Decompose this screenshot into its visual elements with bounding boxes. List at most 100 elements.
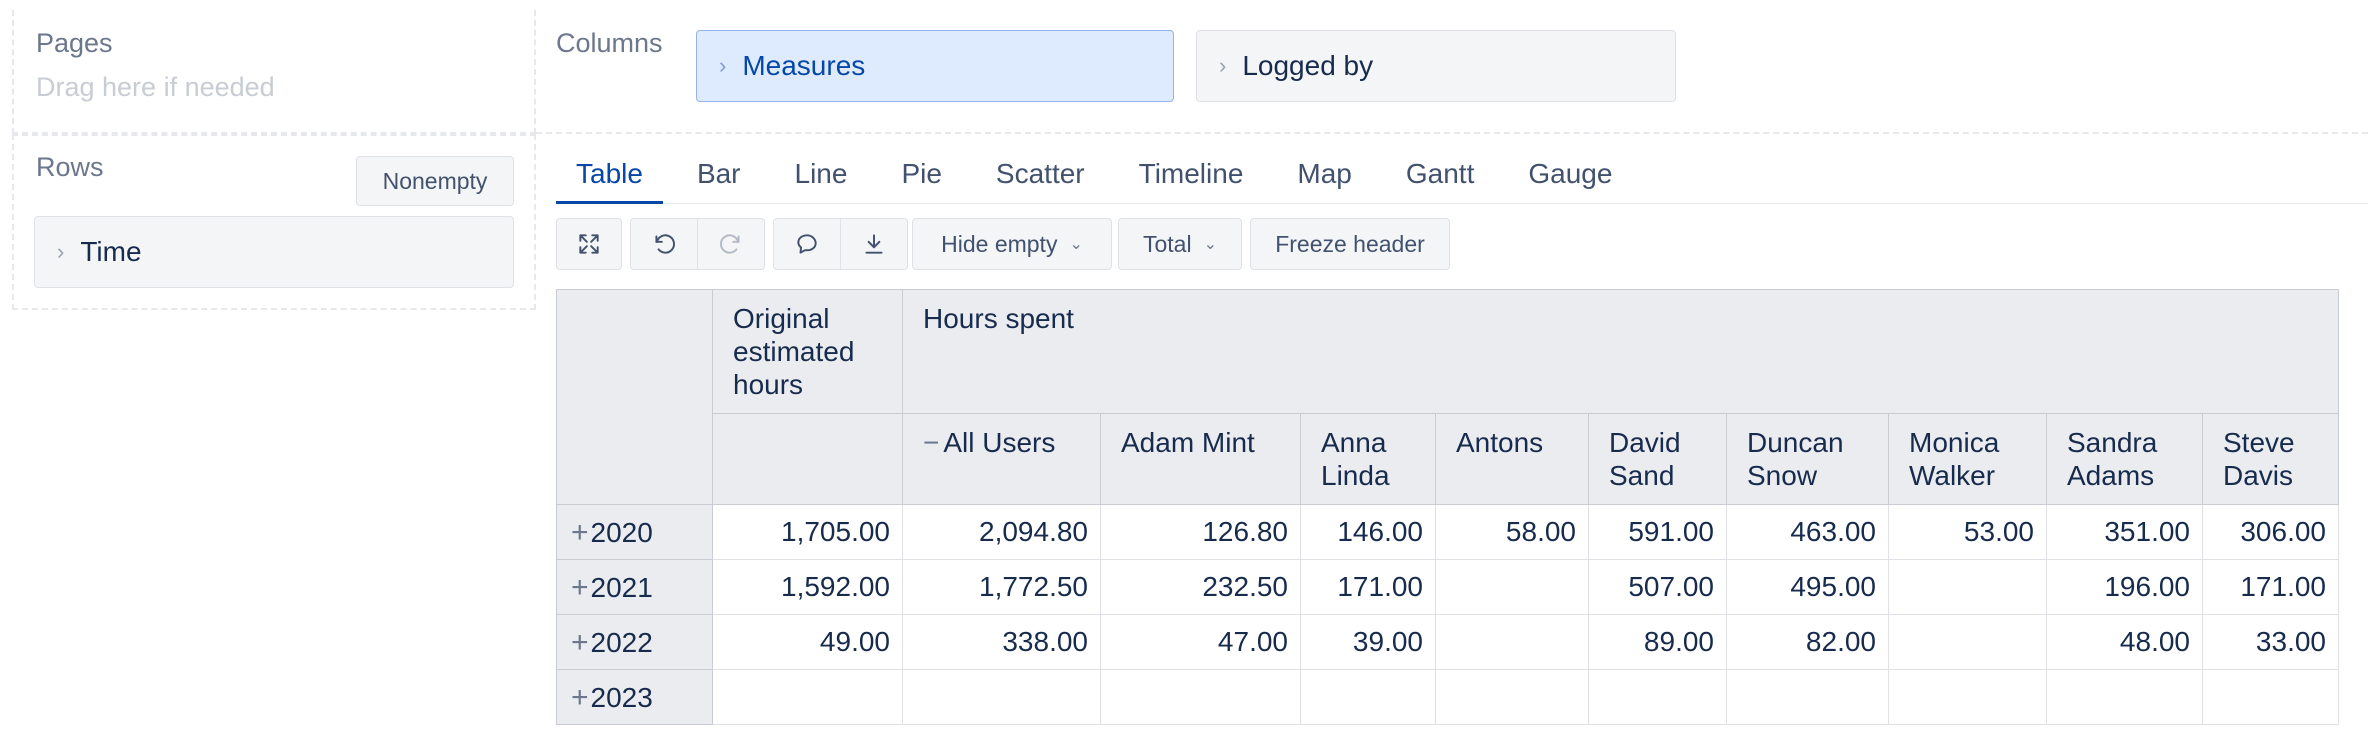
table-cell[interactable]: 82.00 [1726, 614, 1889, 670]
tab-table[interactable]: Table [556, 150, 663, 204]
expand-plus-icon[interactable]: + [571, 681, 589, 714]
user-header[interactable]: Steve Davis [2202, 413, 2339, 505]
tab-timeline[interactable]: Timeline [1119, 150, 1264, 204]
table-cell[interactable]: 591.00 [1588, 504, 1727, 560]
nonempty-button[interactable]: Nonempty [356, 156, 514, 206]
table-cell[interactable] [1588, 669, 1727, 725]
user-header[interactable]: Anna Linda [1300, 413, 1436, 505]
table-cell[interactable]: 146.00 [1300, 504, 1436, 560]
comment-icon [797, 234, 817, 254]
table-cell[interactable] [1888, 559, 2047, 615]
table-cell[interactable]: 232.50 [1100, 559, 1301, 615]
table-cell[interactable]: 49.00 [712, 614, 903, 670]
table-cell[interactable] [1435, 614, 1589, 670]
logged-by-chip-label: Logged by [1242, 50, 1374, 81]
chevron-right-icon[interactable]: › [719, 53, 726, 79]
table-cell[interactable]: 495.00 [1726, 559, 1889, 615]
table-cell[interactable]: 58.00 [1435, 504, 1589, 560]
table-cell[interactable] [1435, 669, 1589, 725]
user-header[interactable]: Sandra Adams [2046, 413, 2203, 505]
table-cell[interactable]: 171.00 [1300, 559, 1436, 615]
table-cell[interactable]: 463.00 [1726, 504, 1889, 560]
table-cell[interactable] [2046, 669, 2203, 725]
logged-by-chip[interactable]: › Logged by [1196, 30, 1676, 102]
table-cell[interactable]: 89.00 [1588, 614, 1727, 670]
row-header[interactable]: +2021 [556, 559, 713, 615]
table-cell[interactable]: 53.00 [1888, 504, 2047, 560]
hide-empty-dropdown[interactable]: Hide empty ⌄ [912, 218, 1112, 270]
tab-gantt[interactable]: Gantt [1386, 150, 1494, 204]
table-cell[interactable]: 1,705.00 [712, 504, 903, 560]
table-cell[interactable] [902, 669, 1101, 725]
expand-plus-icon[interactable]: + [571, 626, 589, 659]
row-label: 2020 [590, 516, 653, 548]
tab-pie[interactable]: Pie [881, 150, 961, 204]
table-cell[interactable] [1726, 669, 1889, 725]
row-header[interactable]: +2020 [556, 504, 713, 560]
table-cell[interactable] [712, 669, 903, 725]
undo-icon [655, 234, 675, 254]
tab-scatter[interactable]: Scatter [976, 150, 1105, 204]
tab-line[interactable]: Line [775, 150, 868, 204]
table-cell[interactable] [1888, 669, 2047, 725]
pages-title: Pages [36, 28, 113, 58]
table-cell[interactable] [1435, 559, 1589, 615]
table-cell[interactable]: 338.00 [902, 614, 1101, 670]
table-cell[interactable]: 351.00 [2046, 504, 2203, 560]
time-dimension-chip[interactable]: › Time [34, 216, 514, 288]
total-dropdown[interactable]: Total ⌄ [1118, 218, 1242, 270]
collapse-icon[interactable]: − [923, 427, 939, 458]
table-row: +2022 49.00 338.00 47.00 39.00 89.00 82.… [556, 614, 2339, 670]
expand-plus-icon[interactable]: + [571, 571, 589, 604]
table-cell[interactable]: 171.00 [2202, 559, 2339, 615]
row-label: 2021 [590, 571, 653, 603]
fullscreen-button[interactable] [556, 218, 622, 270]
tab-gauge[interactable]: Gauge [1508, 150, 1632, 204]
row-header[interactable]: +2023 [556, 669, 713, 725]
table-cell[interactable]: 306.00 [2202, 504, 2339, 560]
user-header[interactable]: Antons [1435, 413, 1589, 505]
table-cell[interactable]: 1,592.00 [712, 559, 903, 615]
table-row: +2020 1,705.00 2,094.80 126.80 146.00 58… [556, 504, 2339, 560]
comment-button[interactable] [773, 218, 841, 270]
redo-button[interactable] [697, 218, 765, 270]
table-cell[interactable] [1300, 669, 1436, 725]
table-cell[interactable] [1100, 669, 1301, 725]
table-cell[interactable]: 126.80 [1100, 504, 1301, 560]
user-header[interactable]: Duncan Snow [1726, 413, 1889, 505]
table-cell[interactable]: 47.00 [1100, 614, 1301, 670]
table-cell[interactable] [2202, 669, 2339, 725]
row-header[interactable]: +2022 [556, 614, 713, 670]
user-header[interactable]: Monica Walker [1888, 413, 2047, 505]
table-cell[interactable]: 39.00 [1300, 614, 1436, 670]
user-header-all-users[interactable]: − All Users [902, 413, 1101, 505]
measures-chip-label: Measures [742, 50, 866, 81]
user-header[interactable]: Adam Mint [1100, 413, 1301, 505]
chevron-right-icon[interactable]: › [1219, 53, 1226, 79]
tab-map[interactable]: Map [1277, 150, 1371, 204]
rows-drop-zone[interactable]: Rows Nonempty › Time [12, 134, 536, 310]
table-cell[interactable] [1888, 614, 2047, 670]
freeze-header-button[interactable]: Freeze header [1250, 218, 1450, 270]
table-body: +2020 1,705.00 2,094.80 126.80 146.00 58… [556, 504, 2339, 725]
columns-drop-zone[interactable]: Columns › Measures › Logged by [536, 10, 2368, 134]
measure-header[interactable]: Original estimated hours [712, 289, 903, 414]
table-cell[interactable]: 48.00 [2046, 614, 2203, 670]
export-button[interactable] [840, 218, 908, 270]
expand-plus-icon[interactable]: + [571, 516, 589, 549]
undo-button[interactable] [630, 218, 698, 270]
table-cell[interactable]: 2,094.80 [902, 504, 1101, 560]
table-cell[interactable]: 507.00 [1588, 559, 1727, 615]
measure-header[interactable]: Hours spent [902, 289, 2339, 414]
user-header[interactable]: David Sand [1588, 413, 1727, 505]
table-row: +2021 1,592.00 1,772.50 232.50 171.00 50… [556, 559, 2339, 615]
table-row: +2023 [556, 669, 2339, 725]
expand-icon [579, 234, 599, 254]
measures-chip[interactable]: › Measures [696, 30, 1174, 102]
table-cell[interactable]: 33.00 [2202, 614, 2339, 670]
chevron-right-icon[interactable]: › [57, 239, 64, 265]
table-cell[interactable]: 196.00 [2046, 559, 2203, 615]
table-cell[interactable]: 1,772.50 [902, 559, 1101, 615]
pages-drop-zone[interactable]: Pages Drag here if needed [12, 10, 536, 134]
tab-bar[interactable]: Bar [677, 150, 761, 204]
